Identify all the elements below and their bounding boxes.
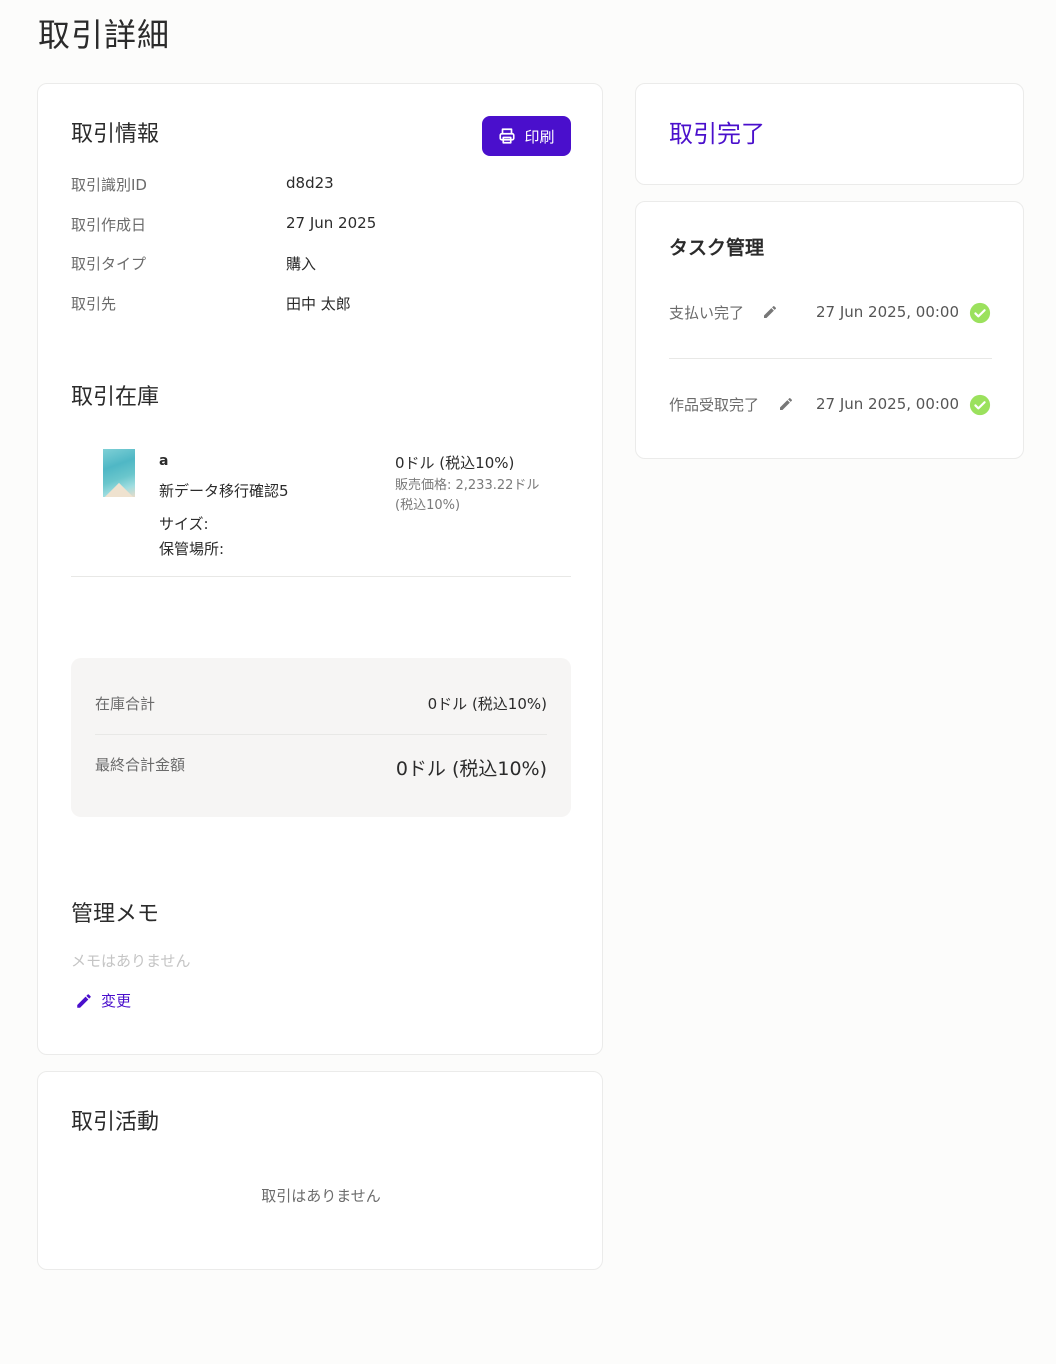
info-label: 取引タイプ xyxy=(71,255,147,273)
transaction-info-title: 取引情報 xyxy=(71,122,160,147)
print-button-label: 印刷 xyxy=(524,128,555,146)
info-label: 取引作成日 xyxy=(71,216,147,234)
memo-title: 管理メモ xyxy=(71,902,160,927)
inventory-title: 取引在庫 xyxy=(71,385,160,410)
activity-card: 取引活動 取引はありません xyxy=(37,1071,603,1270)
sale-price-tax: (税込10%) xyxy=(395,498,461,513)
task-date-payment: 27 Jun 2025, 00:00 xyxy=(816,303,959,321)
info-value: 27 Jun 2025 xyxy=(286,214,377,232)
totals-divider xyxy=(95,734,547,735)
info-value: d8d23 xyxy=(286,174,334,192)
inventory-thumbnail[interactable] xyxy=(103,449,135,497)
page-title: 取引詳細 xyxy=(38,16,171,54)
printer-icon xyxy=(499,128,516,144)
check-circle-icon xyxy=(969,394,991,416)
memo-empty-text: メモはありません xyxy=(71,952,191,970)
info-label: 取引先 xyxy=(71,295,117,313)
info-row-type: 取引タイプ 購入 xyxy=(71,253,571,275)
tasks-card: タスク管理 支払い完了 27 Jun 2025, 00:00 作品受取完了 27… xyxy=(635,201,1024,459)
inventory-item-sale-price: 販売価格: 2,233.22ドル (税込10%) xyxy=(395,476,555,516)
transaction-card: 取引情報 印刷 取引識別ID d8d23 取引作成日 27 Jun 2025 取… xyxy=(37,83,603,1055)
final-total-label: 最終合計金額 xyxy=(95,756,186,774)
tasks-title: タスク管理 xyxy=(669,237,765,259)
task-date-receipt: 27 Jun 2025, 00:00 xyxy=(816,395,959,413)
inventory-total-label: 在庫合計 xyxy=(95,695,156,713)
info-label: 取引識別ID xyxy=(71,176,147,194)
final-total-value: 0ドル (税込10%) xyxy=(395,758,547,780)
info-value: 購入 xyxy=(286,255,317,273)
pencil-icon[interactable] xyxy=(762,304,778,320)
task-label-receipt: 作品受取完了 xyxy=(669,396,760,414)
status-card: 取引完了 xyxy=(635,83,1024,185)
pencil-icon[interactable] xyxy=(778,396,794,412)
totals-panel: 在庫合計 0ドル (税込10%) 最終合計金額 0ドル (税込10%) xyxy=(71,658,571,817)
task-divider xyxy=(669,358,992,359)
task-label-payment: 支払い完了 xyxy=(669,304,745,322)
inventory-total-value: 0ドル (税込10%) xyxy=(427,695,547,713)
info-row-partner: 取引先 田中 太郎 xyxy=(71,293,571,315)
inventory-item-location: 保管場所: xyxy=(159,540,225,558)
transaction-status: 取引完了 xyxy=(669,120,765,148)
activity-title: 取引活動 xyxy=(71,1110,160,1135)
memo-change-label: 変更 xyxy=(101,992,132,1010)
info-value: 田中 太郎 xyxy=(286,295,351,313)
inventory-item-code: a xyxy=(159,453,169,469)
info-row-id: 取引識別ID d8d23 xyxy=(71,174,571,196)
sale-price-line: 販売価格: 2,233.22ドル xyxy=(395,478,540,493)
inventory-item-name[interactable]: 新データ移行確認5 xyxy=(159,480,289,501)
print-button[interactable]: 印刷 xyxy=(482,116,571,156)
inventory-divider xyxy=(71,576,571,577)
activity-empty-text: 取引はありません xyxy=(261,1187,381,1205)
inventory-item-price: 0ドル (税込10%) xyxy=(395,454,515,472)
inventory-item-size: サイズ: xyxy=(159,515,209,533)
memo-change-button[interactable]: 変更 xyxy=(75,990,131,1011)
pencil-icon xyxy=(77,993,91,1008)
page: 取引詳細 取引情報 印刷 取引識別ID d8d23 取引作成日 27 Jun 2… xyxy=(0,0,1056,1364)
info-row-created: 取引作成日 27 Jun 2025 xyxy=(71,214,571,236)
check-circle-icon xyxy=(969,302,991,324)
